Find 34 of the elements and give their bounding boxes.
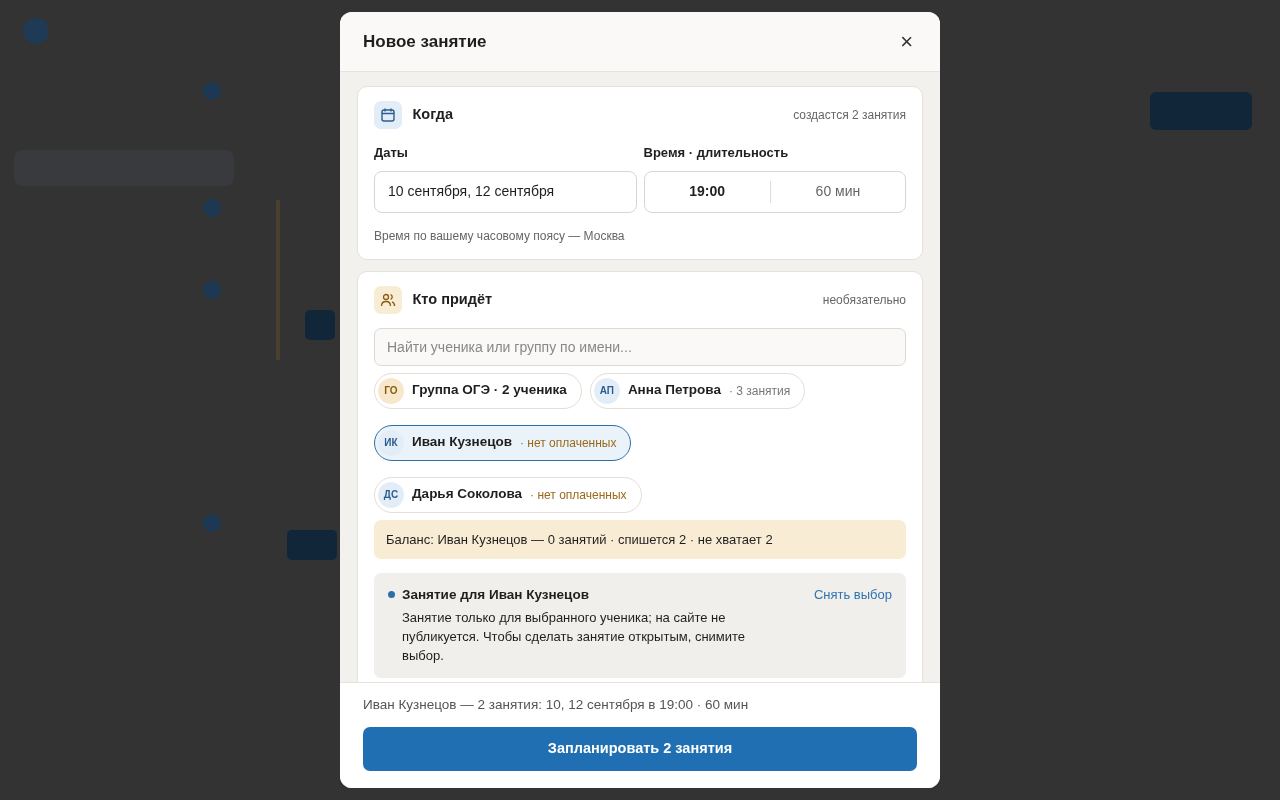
person-chip[interactable]: АП Анна Петрова · 3 занятия <box>589 372 806 409</box>
chip-note: · 3 занятия <box>728 382 791 400</box>
field-label: Даты <box>374 144 409 162</box>
field-label: Время · длительность <box>643 144 790 162</box>
clear-selection-link[interactable]: Снять выбор <box>813 585 892 666</box>
person-chip[interactable]: ГО Группа ОГЭ · 2 ученика <box>374 372 582 409</box>
person-chip[interactable]: ИК Иван Кузнецов · нет оплаченных <box>374 424 632 461</box>
section-title: Кто придёт <box>412 289 493 309</box>
time-input[interactable]: 19:00 <box>644 181 770 202</box>
chip-name: Группа ОГЭ · 2 ученика <box>412 381 567 400</box>
initials-avatar: ДС <box>378 481 404 508</box>
person-chip[interactable]: ДС Дарья Соколова · нет оплаченных <box>374 476 642 513</box>
chip-name: Дарья Соколова <box>412 485 523 504</box>
close-button[interactable]: × <box>896 30 917 53</box>
search-field[interactable]: Найти ученика или группу по имени... <box>374 327 906 366</box>
initials-avatar: АП <box>593 377 620 404</box>
selection-title: Занятие для Иван Кузнецов <box>402 586 590 604</box>
chip-name: Иван Кузнецов <box>412 433 513 452</box>
section-title: Когда <box>412 105 453 125</box>
balance-notice: Баланс: Иван Кузнецов — 0 занятий · спишется 2 · не хватает 2 <box>374 519 906 559</box>
initials-avatar: ГО <box>378 377 404 404</box>
initials-avatar: ИК <box>378 429 404 456</box>
chip-note: · нет оплаченных <box>520 434 617 452</box>
summary-text: Иван Кузнецов — 2 занятия: 10, 12 сентября в 19:00 · 60 мин <box>363 695 750 714</box>
timezone-note: Время по вашему часовому поясу — Москва <box>374 227 626 245</box>
section-hint: создастся 2 занятия <box>793 107 906 124</box>
duration-input[interactable]: 60 мин <box>770 181 905 202</box>
section-hint: необязательно <box>822 291 906 309</box>
dates-field[interactable]: 10 сентября, 12 сентября <box>374 170 637 213</box>
schedule-button[interactable]: Запланировать 2 занятия <box>363 727 917 771</box>
chip-note: · нет оплаченных <box>530 486 627 504</box>
modal-title: Новое занятие <box>363 30 487 53</box>
chip-name: Анна Петрова <box>627 381 721 400</box>
selection-description: Занятие только для выбранного ученика; на сайте не публикуется. Чтобы сделать занятие открытым, снимите выбор. <box>402 609 747 665</box>
